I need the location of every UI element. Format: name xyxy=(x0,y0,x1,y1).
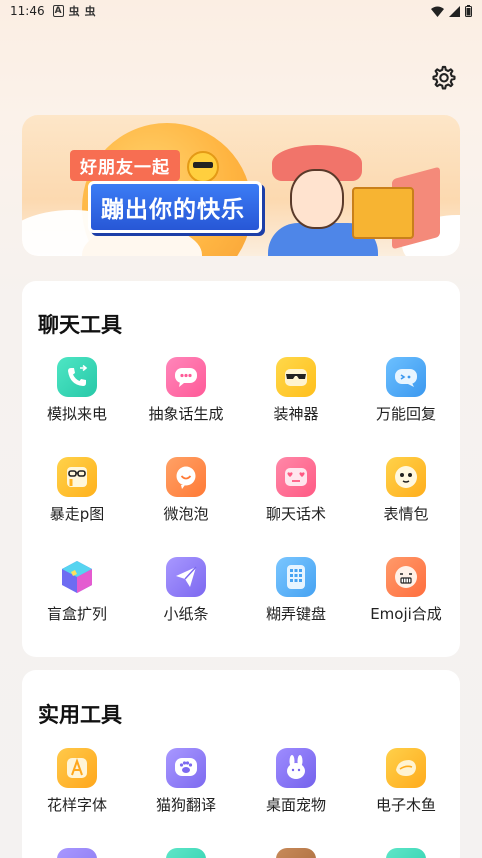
wooden-fish-icon xyxy=(386,748,426,788)
tool-label: 万能回复 xyxy=(375,405,436,423)
tool-partial-icon xyxy=(386,848,426,858)
tool-partial-icon xyxy=(57,848,97,858)
sunglasses-icon xyxy=(276,357,316,397)
phone-icon xyxy=(57,357,97,397)
smile-bubble-icon xyxy=(166,457,206,497)
paper-plane-icon xyxy=(166,557,206,597)
section-title: 聊天工具 xyxy=(38,313,122,337)
tool-fool-keyboard[interactable]: 糊弄键盘 xyxy=(241,557,351,624)
notification-bug-icon: 虫 xyxy=(84,5,96,18)
tool-partial-icon xyxy=(276,848,316,858)
tool-fake-call[interactable]: 模拟来电 xyxy=(22,357,132,424)
notification-a-icon: A xyxy=(52,5,64,17)
tool-wooden-fish[interactable]: 电子木鱼 xyxy=(351,748,461,815)
banner-girl-face xyxy=(290,169,344,229)
wifi-icon xyxy=(431,6,444,17)
tool-universal-reply[interactable]: 万能回复 xyxy=(351,357,461,424)
tool-stickers[interactable]: 表情包 xyxy=(351,457,461,524)
tool-label: 桌面宠物 xyxy=(265,796,326,814)
status-notification-icons: A 虫 虫 xyxy=(52,3,96,19)
glasses-p-icon xyxy=(57,457,97,497)
tool-rage-p[interactable]: 暴走p图 xyxy=(22,457,132,524)
font-a-icon xyxy=(57,748,97,788)
signal-icon xyxy=(449,5,460,17)
status-system-icons xyxy=(431,5,472,17)
tool-chat-script[interactable]: 聊天话术 xyxy=(241,457,351,524)
battery-icon xyxy=(465,5,472,17)
status-time: 11:46 xyxy=(10,4,45,18)
tool-partial[interactable] xyxy=(351,848,461,858)
gear-icon xyxy=(432,65,456,90)
section-title: 实用工具 xyxy=(38,703,122,727)
tool-fancy-font[interactable]: 花样字体 xyxy=(22,748,132,815)
tool-label: 暴走p图 xyxy=(49,505,105,523)
notification-bug-icon: 虫 xyxy=(68,5,80,18)
tool-blind-box[interactable]: 盲盒扩列 xyxy=(22,557,132,624)
tool-label: 表情包 xyxy=(383,505,429,523)
tool-partial-icon xyxy=(166,848,206,858)
heart-eyes-icon xyxy=(276,457,316,497)
paw-icon xyxy=(166,748,206,788)
tool-abstract-text[interactable]: 抽象话生成 xyxy=(131,357,241,424)
cube-icon xyxy=(57,557,97,597)
tool-label: 花样字体 xyxy=(46,796,107,814)
tool-emoji-merge[interactable]: Emoji合成 xyxy=(351,557,461,624)
tool-partial[interactable] xyxy=(22,848,132,858)
tool-paper-note[interactable]: 小纸条 xyxy=(131,557,241,624)
tool-label: 盲盒扩列 xyxy=(46,605,107,623)
promo-banner[interactable]: 好朋友一起 蹦出你的快乐 xyxy=(22,115,460,256)
tool-micro-bubble[interactable]: 微泡泡 xyxy=(131,457,241,524)
utility-tools-section: 实用工具 花样字体 猫狗翻译 桌面宠物 电子木鱼 xyxy=(22,670,460,858)
reply-bubble-icon xyxy=(386,357,426,397)
tool-pet-translate[interactable]: 猫狗翻译 xyxy=(131,748,241,815)
chat-tools-section: 聊天工具 模拟来电 抽象话生成 装神器 万能回复 暴走p图 微泡泡 聊天话术 表… xyxy=(22,281,460,657)
tool-label: 电子木鱼 xyxy=(375,796,436,814)
tool-partial[interactable] xyxy=(131,848,241,858)
banner-tagline: 好朋友一起 xyxy=(70,150,180,181)
chat-bubble-icon xyxy=(166,357,206,397)
status-bar: 11:46 A 虫 虫 xyxy=(0,0,482,22)
banner-gift-box xyxy=(352,187,414,239)
tool-label: 微泡泡 xyxy=(163,505,209,523)
banner-headline: 蹦出你的快乐 xyxy=(88,181,262,233)
emoji-face-icon xyxy=(386,557,426,597)
sunglasses-emoji-icon xyxy=(187,151,219,183)
tool-label: 猫狗翻译 xyxy=(155,796,216,814)
settings-button[interactable] xyxy=(428,62,460,94)
tool-label: 抽象话生成 xyxy=(148,405,224,423)
tool-label: 糊弄键盘 xyxy=(265,605,326,623)
tool-pretend[interactable]: 装神器 xyxy=(241,357,351,424)
tool-label: 装神器 xyxy=(273,405,319,423)
tool-label: 模拟来电 xyxy=(46,405,107,423)
tool-desktop-pet[interactable]: 桌面宠物 xyxy=(241,748,351,815)
tool-label: 小纸条 xyxy=(163,605,209,623)
tool-label: 聊天话术 xyxy=(265,505,326,523)
face-icon xyxy=(386,457,426,497)
keyboard-icon xyxy=(276,557,316,597)
bunny-icon xyxy=(276,748,316,788)
tool-partial[interactable] xyxy=(241,848,351,858)
tool-label: Emoji合成 xyxy=(370,605,442,623)
